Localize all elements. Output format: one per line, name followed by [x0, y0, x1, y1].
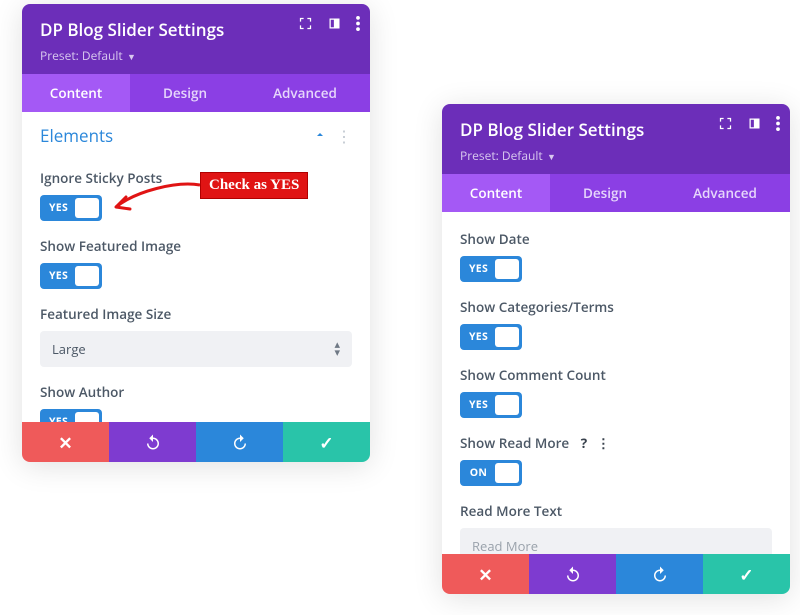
- undo-icon: [564, 565, 582, 583]
- undo-button[interactable]: [529, 554, 616, 594]
- snap-icon[interactable]: [327, 16, 342, 35]
- panel-header: DP Blog Slider Settings Preset: Default …: [442, 104, 790, 174]
- expand-icon[interactable]: [298, 16, 313, 35]
- select-featured-size[interactable]: Large ▴▾: [40, 331, 352, 367]
- toggle-knob: [495, 463, 519, 483]
- tab-advanced[interactable]: Advanced: [660, 174, 790, 212]
- settings-panel-left: DP Blog Slider Settings Preset: Default …: [22, 4, 370, 462]
- option-show-cats: Show Categories/Terms YES: [460, 298, 772, 350]
- toggle-show-readmore[interactable]: ON: [460, 460, 522, 486]
- option-label: Show Author: [40, 383, 352, 401]
- toggle-featured-image[interactable]: YES: [40, 263, 102, 289]
- option-featured-image: Show Featured Image YES: [40, 237, 352, 289]
- settings-panel-right: DP Blog Slider Settings Preset: Default …: [442, 104, 790, 594]
- option-kebab-icon[interactable]: ⋮: [597, 434, 610, 452]
- undo-button[interactable]: [109, 422, 196, 462]
- toggle-text: ON: [460, 466, 492, 480]
- kebab-icon[interactable]: [356, 16, 360, 35]
- option-label: Show Featured Image: [40, 237, 352, 255]
- tab-content[interactable]: Content: [22, 74, 130, 112]
- tab-design[interactable]: Design: [130, 74, 240, 112]
- option-label: Show Comment Count: [460, 366, 772, 384]
- section-kebab-icon[interactable]: ⋮: [336, 130, 352, 142]
- caret-down-icon: ▼: [125, 50, 136, 63]
- toggle-knob: [75, 198, 99, 218]
- close-icon: ✕: [58, 431, 72, 454]
- preset-dropdown[interactable]: Preset: Default ▼: [460, 147, 772, 164]
- redo-button[interactable]: [616, 554, 703, 594]
- tabs: Content Design Advanced: [22, 74, 370, 112]
- save-button[interactable]: ✓: [703, 554, 790, 594]
- option-label: Show Read More ? ⋮: [460, 434, 772, 452]
- select-value: Large: [52, 340, 86, 358]
- footer-actions: ✕ ✓: [442, 554, 790, 594]
- toggle-show-date[interactable]: YES: [460, 256, 522, 282]
- select-arrows-icon: ▴▾: [334, 341, 340, 357]
- kebab-icon[interactable]: [776, 116, 780, 135]
- toggle-show-comments[interactable]: YES: [460, 392, 522, 418]
- tab-content[interactable]: Content: [442, 174, 550, 212]
- option-show-comments: Show Comment Count YES: [460, 366, 772, 418]
- options-list: Ignore Sticky Posts YES Show Featured Im…: [22, 151, 370, 441]
- chevron-up-icon[interactable]: [314, 127, 326, 145]
- expand-icon[interactable]: [718, 116, 733, 135]
- options-list: Show Date YES Show Categories/Terms YES …: [442, 212, 790, 570]
- header-icon-group: [298, 16, 360, 35]
- undo-icon: [144, 433, 162, 451]
- preset-label: Preset: Default: [40, 47, 123, 64]
- panel-header: DP Blog Slider Settings Preset: Default …: [22, 4, 370, 74]
- toggle-knob: [495, 395, 519, 415]
- option-label: Featured Image Size: [40, 305, 352, 323]
- option-show-date: Show Date YES: [460, 230, 772, 282]
- option-label: Show Date: [460, 230, 772, 248]
- cancel-button[interactable]: ✕: [442, 554, 529, 594]
- tabs: Content Design Advanced: [442, 174, 790, 212]
- cancel-button[interactable]: ✕: [22, 422, 109, 462]
- redo-icon: [651, 565, 669, 583]
- toggle-knob: [75, 266, 99, 286]
- snap-icon[interactable]: [747, 116, 762, 135]
- toggle-ignore-sticky[interactable]: YES: [40, 195, 102, 221]
- tab-advanced[interactable]: Advanced: [240, 74, 370, 112]
- tab-design[interactable]: Design: [550, 174, 660, 212]
- input-placeholder: Read More: [472, 537, 538, 555]
- header-icon-group: [718, 116, 780, 135]
- toggle-knob: [495, 259, 519, 279]
- save-button[interactable]: ✓: [283, 422, 370, 462]
- toggle-show-cats[interactable]: YES: [460, 324, 522, 350]
- help-icon[interactable]: ?: [581, 434, 587, 452]
- check-icon: ✓: [739, 563, 753, 586]
- section-title: Elements: [40, 124, 113, 147]
- preset-label: Preset: Default: [460, 147, 543, 164]
- section-header[interactable]: Elements ⋮: [22, 112, 370, 151]
- footer-actions: ✕ ✓: [22, 422, 370, 462]
- close-icon: ✕: [478, 563, 492, 586]
- toggle-text: YES: [460, 330, 492, 344]
- option-show-readmore: Show Read More ? ⋮ ON: [460, 434, 772, 486]
- toggle-text: YES: [460, 398, 492, 412]
- caret-down-icon: ▼: [545, 150, 556, 163]
- redo-button[interactable]: [196, 422, 283, 462]
- annotation-callout: Check as YES: [200, 172, 308, 199]
- toggle-text: YES: [40, 201, 72, 215]
- option-label-text: Show Read More: [460, 434, 569, 452]
- option-featured-size: Featured Image Size Large ▴▾: [40, 305, 352, 367]
- option-label: Show Categories/Terms: [460, 298, 772, 316]
- preset-dropdown[interactable]: Preset: Default ▼: [40, 47, 352, 64]
- toggle-knob: [495, 327, 519, 347]
- toggle-text: YES: [40, 269, 72, 283]
- check-icon: ✓: [319, 431, 333, 454]
- redo-icon: [231, 433, 249, 451]
- option-label: Read More Text: [460, 502, 772, 520]
- toggle-text: YES: [460, 262, 492, 276]
